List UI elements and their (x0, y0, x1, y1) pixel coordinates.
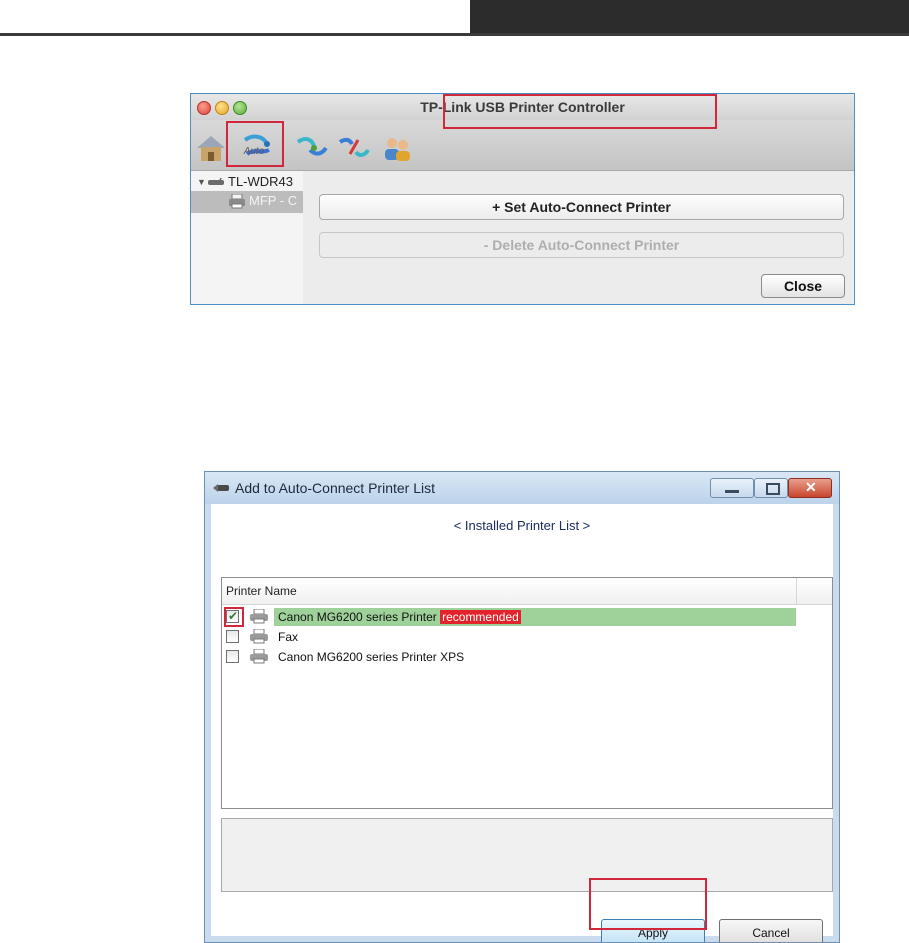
printer-name: Canon MG6200 series Printer XPS (278, 650, 465, 664)
disconnect-icon[interactable] (336, 132, 372, 164)
tree-item-printer[interactable]: MFP - C (191, 191, 303, 213)
auto-label: Auto (243, 146, 265, 157)
close-dialog-button[interactable]: ✕ (788, 478, 832, 498)
dialog-titlebar: Add to Auto-Connect Printer List ✕ (205, 472, 839, 504)
list-item[interactable]: ✔ Canon MG6200 series Printer recommende… (222, 607, 832, 627)
dialog-body: < Installed Printer List > Printer Name … (211, 504, 833, 942)
installed-printer-list-title: < Installed Printer List > (453, 518, 591, 533)
apply-button-highlight (589, 878, 707, 930)
info-panel (221, 818, 833, 892)
list-item[interactable]: Canon MG6200 series Printer XPS (222, 647, 832, 667)
close-icon: ✕ (805, 479, 817, 495)
checkbox-highlight (224, 607, 244, 627)
cancel-button[interactable]: Cancel (719, 919, 823, 942)
set-auto-connect-printer-button[interactable]: + Set Auto-Connect Printer (319, 194, 844, 220)
page-header-rule (0, 33, 909, 36)
dialog-title: Add to Auto-Connect Printer List (235, 480, 435, 496)
delete-auto-connect-printer-button[interactable]: - Delete Auto-Connect Printer (319, 232, 844, 258)
set-auto-connect-highlight (443, 94, 717, 129)
column-header-printer-name[interactable]: Printer Name (226, 584, 297, 598)
home-icon[interactable] (193, 132, 229, 164)
add-auto-connect-dialog: Add to Auto-Connect Printer List ✕ < Ins… (204, 471, 840, 943)
tree-item-label: MFP - C (249, 193, 298, 208)
printer-icon (250, 649, 268, 664)
maximize-button[interactable] (754, 478, 788, 498)
printer-icon (229, 194, 245, 209)
minimize-icon (725, 490, 739, 493)
printer-icon (250, 609, 268, 624)
connect-icon[interactable] (294, 132, 330, 164)
auto-button-highlight (226, 121, 284, 167)
printer-checkbox[interactable] (226, 650, 239, 663)
list-header: Printer Name (222, 578, 832, 605)
disclosure-triangle-icon[interactable]: ▼ (197, 172, 206, 192)
printer-name: Canon MG6200 series Printer (278, 610, 437, 624)
close-button[interactable]: Close (761, 274, 845, 298)
printer-name: Fax (278, 630, 299, 644)
column-separator (796, 578, 797, 604)
printer-list[interactable]: Printer Name ✔ Canon MG6200 series Print… (221, 577, 833, 809)
cable-icon (213, 484, 229, 492)
printer-icon (250, 629, 268, 644)
page-header-bar (470, 0, 909, 33)
router-icon (208, 178, 224, 185)
tree-item-label: TL-WDR43 (228, 174, 294, 189)
printer-checkbox[interactable] (226, 630, 239, 643)
list-item[interactable]: Fax (222, 627, 832, 647)
minimize-button[interactable] (710, 478, 754, 498)
users-icon[interactable] (379, 132, 415, 164)
maximize-icon (766, 483, 780, 495)
recommended-badge: recommended (440, 610, 521, 624)
tree-item-router[interactable]: ▼ TL-WDR43 (191, 172, 303, 192)
